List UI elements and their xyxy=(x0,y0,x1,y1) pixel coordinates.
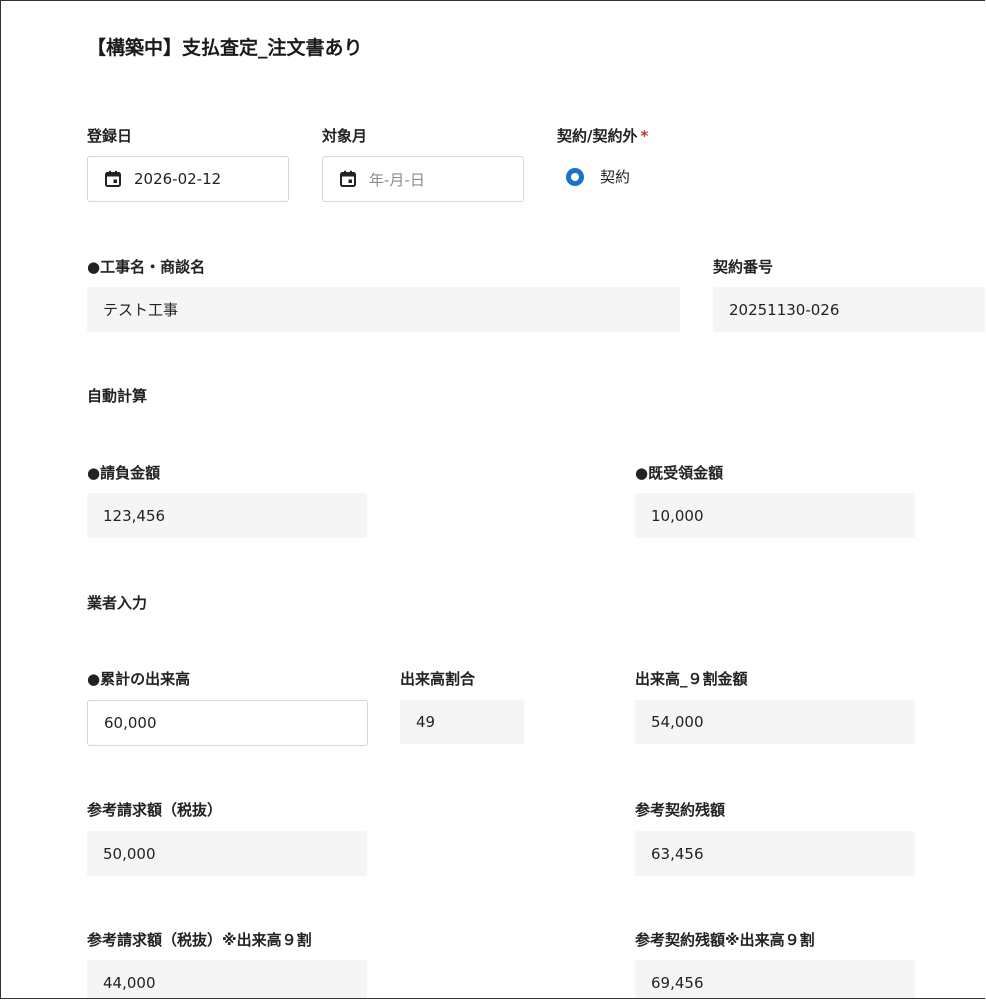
page-title: 【構築中】支払査定_注文書あり xyxy=(87,37,363,59)
project-name-value: テスト工事 xyxy=(103,301,179,319)
contract-amount-label: ●請負金額 xyxy=(87,464,161,482)
ref-contract-balance-90-value: 69,456 xyxy=(651,973,704,992)
form-page: 【構築中】支払査定_注文書あり 登録日 2026-02-12 対象月 年-月-日… xyxy=(0,0,985,999)
ref-contract-balance-value: 63,456 xyxy=(651,844,704,863)
cumulative-progress-value: 60,000 xyxy=(104,714,157,732)
cumulative-progress-label: ●累計の出来高 xyxy=(87,670,191,688)
ref-billing-90-label: 参考請求額（税抜）※出来高９割 xyxy=(87,931,312,949)
registration-date-label: 登録日 xyxy=(87,127,133,145)
calendar-icon xyxy=(340,170,356,187)
received-amount-label: ●既受領金額 xyxy=(635,464,724,482)
target-month-input[interactable]: 年-月-日 xyxy=(322,156,524,202)
contract-radio-option[interactable]: 契約 xyxy=(566,166,630,187)
progress-ratio-value: 49 xyxy=(416,713,436,731)
contract-amount-value: 123,456 xyxy=(103,506,166,525)
registration-date-input[interactable]: 2026-02-12 xyxy=(87,156,289,202)
ref-contract-balance-field: 63,456 xyxy=(635,831,915,876)
project-name-field: テスト工事 xyxy=(87,287,680,332)
contract-amount-field: 123,456 xyxy=(87,493,367,538)
target-month-label: 対象月 xyxy=(322,127,368,145)
section-vendor-input: 業者入力 xyxy=(87,594,148,612)
progress-90-label: 出来高_９割金額 xyxy=(635,670,748,688)
received-amount-value: 10,000 xyxy=(651,506,704,525)
contract-number-label: 契約番号 xyxy=(713,258,774,276)
ref-contract-balance-label: 参考契約残額 xyxy=(635,801,726,819)
target-month-placeholder: 年-月-日 xyxy=(369,170,425,189)
progress-ratio-label: 出来高割合 xyxy=(400,670,476,688)
received-amount-field: 10,000 xyxy=(635,493,915,538)
ref-billing-90-value: 44,000 xyxy=(103,973,156,992)
ref-billing-label: 参考請求額（税抜） xyxy=(87,801,223,819)
contract-radio-label: 契約 xyxy=(600,168,631,186)
ref-billing-value: 50,000 xyxy=(103,844,156,863)
radio-selected-icon[interactable] xyxy=(566,167,584,186)
required-mark: * xyxy=(640,127,649,145)
section-auto-calc: 自動計算 xyxy=(87,387,148,405)
ref-billing-field: 50,000 xyxy=(87,831,367,876)
calendar-icon xyxy=(105,170,121,187)
progress-ratio-field: 49 xyxy=(400,700,524,744)
ref-contract-balance-90-field: 69,456 xyxy=(635,960,915,998)
ref-contract-balance-90-label: 参考契約残額※出来高９割 xyxy=(635,931,815,949)
contract-number-field: 20251130-026 xyxy=(713,287,985,332)
project-name-label: ●工事名・商談名 xyxy=(87,258,206,276)
progress-90-field: 54,000 xyxy=(635,700,915,744)
contract-type-label-text: 契約/契約外 xyxy=(557,127,638,145)
cumulative-progress-input[interactable]: 60,000 xyxy=(87,700,368,746)
progress-90-value: 54,000 xyxy=(651,713,704,731)
registration-date-value: 2026-02-12 xyxy=(134,170,222,188)
contract-type-label: 契約/契約外 * xyxy=(557,125,648,146)
ref-billing-90-field: 44,000 xyxy=(87,960,367,998)
contract-number-value: 20251130-026 xyxy=(729,300,840,319)
